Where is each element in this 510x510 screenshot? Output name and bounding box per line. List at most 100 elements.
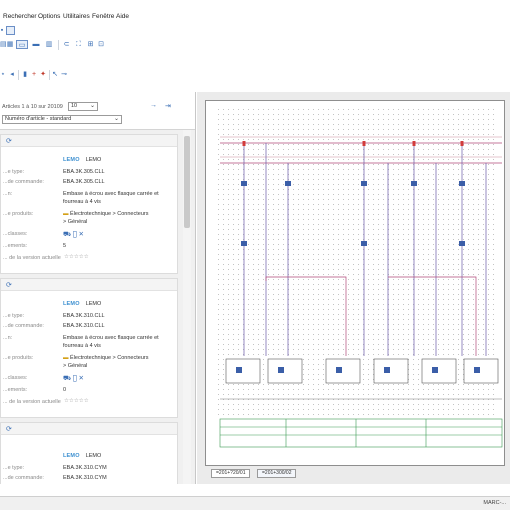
- scrollbar-thumb[interactable]: [184, 136, 190, 228]
- grid-icon[interactable]: ▦: [6, 40, 14, 49]
- manufacturer-logo: LEMO: [63, 157, 80, 163]
- order-label: ...de commande:: [3, 323, 44, 329]
- parts-panel-header: Articles 1 à 10 sur 20109 10 ⌄ → ⇥ Numér…: [0, 92, 195, 130]
- product-group[interactable]: ▬ Électrotechnique > Connecteurs: [63, 211, 148, 217]
- description-label: ...n:: [3, 191, 13, 197]
- list-icon[interactable]: ▭: [16, 40, 28, 49]
- manufacturer: LEMO LEMO: [63, 157, 101, 163]
- order-value: EBA.3K.310.CYM: [63, 475, 107, 481]
- description-value-cont: fourreau à 4 vis: [63, 343, 101, 349]
- toolbar-top: ▪: [0, 26, 510, 38]
- toolbar-navigation: ⋆ ◂ ▮ + ✦ ↖ ⊸: [0, 70, 510, 84]
- type-value: EBA.3K.310.CYM: [63, 465, 107, 471]
- menu-options[interactable]: Options: [38, 13, 60, 20]
- parts-panel: Articles 1 à 10 sur 20109 10 ⌄ → ⇥ Numér…: [0, 92, 196, 484]
- elements-value: 5: [63, 243, 67, 249]
- toolbar-separator: [18, 70, 19, 80]
- type-label: ...e type:: [3, 313, 25, 319]
- description-value: Embase à écrou avec flasque carrée et: [63, 191, 159, 197]
- toolbar-view: ▤ ▦ ▭ ▬ ▥ ⊂ ⛶ ⊞ ⊡: [0, 40, 510, 54]
- menu-fenetre[interactable]: Fenêtre: [92, 13, 114, 20]
- type-label: ...e type:: [3, 169, 25, 175]
- type-label: ...e type:: [3, 465, 25, 471]
- product-group-value-cont: > Général: [63, 363, 88, 369]
- card-header: ⟳: [1, 279, 177, 291]
- last-page-icon[interactable]: ⇥: [165, 102, 171, 110]
- product-group[interactable]: ▬ Électrotechnique > Connecteurs: [63, 355, 148, 361]
- product-group-label: ...e produits:: [3, 355, 34, 361]
- status-bar: MARC-...: [0, 496, 510, 510]
- rating-stars-icon[interactable]: ☆☆☆☆☆: [64, 254, 89, 260]
- manufacturer: LEMO LEMO: [63, 453, 101, 459]
- toolbar-separator: [58, 40, 59, 50]
- part-card[interactable]: ⟳ LEMO LEMO ...e type: EBA.3K.310.CYM ...…: [0, 422, 178, 484]
- menu-aide[interactable]: Aide: [116, 13, 129, 20]
- parts-scrollbar[interactable]: [183, 130, 191, 484]
- nav-start-icon[interactable]: ⋆: [0, 70, 6, 79]
- classes-icons[interactable]: ⛟ ▯ ✕: [63, 374, 84, 383]
- manufacturer: LEMO LEMO: [63, 301, 101, 307]
- elements-label: ...ements:: [3, 243, 28, 249]
- classes-label: ...classes:: [3, 231, 28, 237]
- results-label: Articles 1 à 10 sur 20109: [2, 104, 63, 110]
- product-group-value: Électrotechnique > Connecteurs: [70, 355, 149, 361]
- menu-bar: Rechercher Options Utilitaires Fenêtre A…: [0, 0, 510, 24]
- version-label: ... de la version actuelle: [3, 255, 61, 261]
- toolbar-edge-icon[interactable]: ▪: [0, 26, 4, 35]
- schematic-workspace[interactable]: =201+?20/01 =201+300/02: [197, 92, 510, 484]
- expand-icon[interactable]: ⛶: [74, 40, 83, 49]
- rating-stars-icon[interactable]: ☆☆☆☆☆: [64, 398, 89, 404]
- classes-label: ...classes:: [3, 375, 28, 381]
- product-group-label: ...e produits:: [3, 211, 34, 217]
- manufacturer-logo: LEMO: [63, 301, 80, 307]
- part-card[interactable]: ⟳ LEMO LEMO ...e type: EBA.3K.310.CLL ...…: [0, 278, 178, 418]
- sheet-tabs: =201+?20/01 =201+300/02: [205, 469, 505, 479]
- chevron-down-icon: ⌄: [113, 116, 119, 122]
- split-icon[interactable]: ▬: [31, 40, 41, 49]
- manufacturer-name: LEMO: [85, 453, 102, 459]
- plus-icon[interactable]: +: [31, 70, 37, 79]
- chevron-down-icon: ⌄: [89, 103, 95, 109]
- sync-icon[interactable]: ⟳: [6, 281, 12, 289]
- card-header: ⟳: [1, 135, 177, 147]
- sync-icon[interactable]: ⟳: [6, 425, 12, 433]
- sheet-tab-1[interactable]: =201+?20/01: [211, 469, 251, 478]
- description-value: Embase à écrou avec flasque carrée et: [63, 335, 159, 341]
- manufacturer-name: LEMO: [85, 301, 102, 307]
- marker-icon[interactable]: ✦: [40, 70, 46, 79]
- product-group-value-cont: > Général: [63, 219, 88, 225]
- sort-select[interactable]: Numéro d'article - standard ⌄: [2, 115, 122, 124]
- elements-value: 0: [63, 387, 67, 393]
- order-value: EBA.3K.305.CLL: [63, 179, 105, 185]
- menu-rechercher[interactable]: Rechercher: [3, 13, 37, 20]
- type-value: EBA.3K.305.CLL: [63, 169, 105, 175]
- page-size-value: 10: [71, 103, 78, 109]
- frame-icon[interactable]: ⊡: [96, 40, 106, 49]
- folder-icon: ▬: [63, 355, 69, 361]
- tree-icon[interactable]: ⊞: [86, 40, 95, 49]
- page-size-select[interactable]: 10 ⌄: [68, 102, 98, 111]
- schematic-sheet[interactable]: [205, 100, 505, 466]
- manufacturer-name: LEMO: [85, 157, 102, 163]
- pointer-icon[interactable]: ↖: [52, 70, 58, 79]
- order-label: ...de commande:: [3, 179, 44, 185]
- toolbar-separator: [49, 70, 50, 80]
- elements-label: ...ements:: [3, 387, 28, 393]
- classes-icons[interactable]: ⛟ ▯ ✕: [63, 230, 84, 239]
- connect-icon[interactable]: ⊂: [62, 40, 71, 49]
- table-icon[interactable]: ▥: [44, 40, 54, 49]
- order-value: EBA.3K.310.CLL: [63, 323, 105, 329]
- product-group-value: Électrotechnique > Connecteurs: [70, 211, 149, 217]
- sync-icon[interactable]: ⟳: [6, 137, 12, 145]
- part-card[interactable]: ⟳ LEMO LEMO ...e type: EBA.3K.305.CLL ...…: [0, 134, 178, 274]
- insert-icon[interactable]: ▮: [22, 70, 28, 79]
- nav-back-icon[interactable]: ◂: [9, 70, 15, 79]
- next-page-icon[interactable]: →: [150, 102, 157, 109]
- status-text: MARC-...: [483, 500, 506, 506]
- menu-utilitaires[interactable]: Utilitaires: [63, 13, 90, 20]
- window-icon[interactable]: [6, 26, 15, 35]
- sheet-tab-2[interactable]: =201+300/02: [257, 469, 297, 478]
- description-value-cont: fourreau à 4 vis: [63, 199, 101, 205]
- type-value: EBA.3K.310.CLL: [63, 313, 105, 319]
- pin-icon[interactable]: ⊸: [60, 70, 68, 79]
